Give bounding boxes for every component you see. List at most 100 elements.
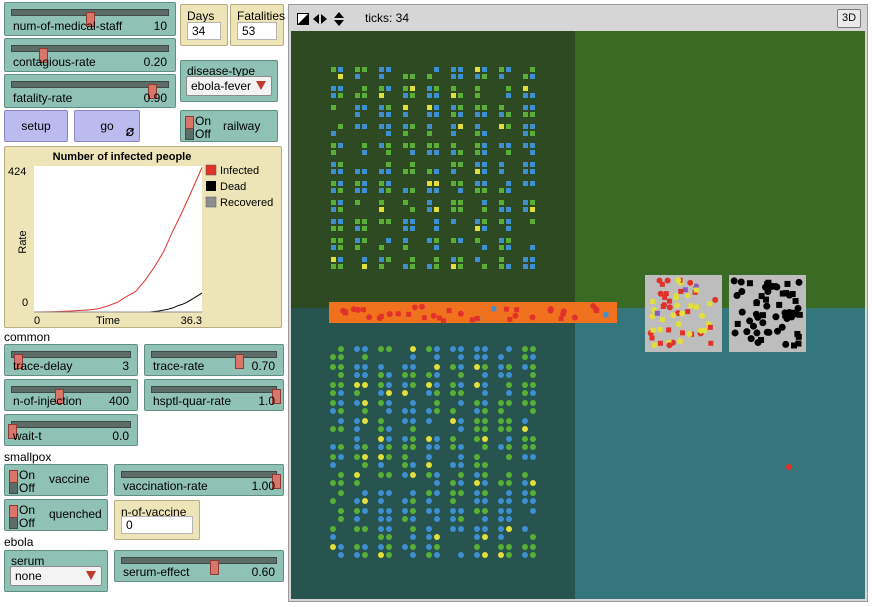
vaccine-switch[interactable]: On Off vaccine [4,464,108,496]
agent [482,143,487,148]
agent [354,418,360,424]
slider-label: wait-t [13,429,42,443]
agent [410,346,416,352]
agent [427,207,432,212]
agent [475,257,480,262]
agent [395,311,401,317]
hsptl-quar-rate-slider[interactable]: hsptl-quar-rate 1.0 [144,379,284,411]
legend-label-dead: Dead [220,181,246,193]
agent [506,454,512,460]
agent [778,323,786,331]
agent [753,298,761,306]
switch-off-label: Off [19,481,35,495]
slider-thumb[interactable] [210,560,220,575]
agent [338,200,343,205]
disease-type-chooser[interactable]: disease-type ebola-fever [180,60,278,102]
agent [362,444,368,450]
agent [451,124,456,129]
agent [360,307,366,313]
agent [330,390,336,396]
railway-switch[interactable]: On Off railway [180,110,278,142]
agent [379,169,384,174]
agent [795,340,802,347]
agent [482,131,487,136]
legend-label-recovered: Recovered [220,197,273,209]
agent [386,390,392,396]
agent [355,245,360,250]
agent [338,408,344,414]
quenched-switch[interactable]: On Off quenched [4,499,108,531]
agent [650,298,656,304]
num-of-medical-staff-slider[interactable]: num-of-medical-staff 10 [4,2,176,36]
agent [434,354,440,360]
agent [362,238,367,243]
slider-value: 3 [122,359,129,373]
agent [427,238,432,243]
agent [362,264,367,269]
legend: Infected Dead Recovered [205,164,273,209]
agent [427,264,432,269]
contagious-rate-slider[interactable]: contagious-rate 0.20 [4,38,176,72]
fatality-rate-slider[interactable]: fatality-rate 0.90 [4,74,176,108]
agent [410,444,416,450]
agent [354,472,360,478]
agent [426,372,432,378]
agent [482,508,488,514]
agent [362,408,368,414]
slider-thumb[interactable] [234,354,244,369]
vertical-arrows-icon[interactable] [333,12,345,26]
agent [386,382,392,388]
ticks-counter: ticks: 34 [365,11,410,25]
agent [522,490,528,496]
agent [427,181,432,186]
go-button[interactable]: go [74,110,140,142]
agent [522,346,528,352]
wait-t-slider[interactable]: wait-t 0.0 [4,414,138,446]
agent [499,169,504,174]
agent [451,257,456,262]
agent [522,444,528,450]
agent [458,444,464,450]
agent [666,298,672,304]
agent [331,181,336,186]
trace-delay-slider[interactable]: trace-delay 3 [4,344,138,376]
agent [474,526,480,532]
agent [330,382,336,388]
agent [670,312,677,319]
agent [746,317,754,325]
n-of-injection-slider[interactable]: n-of-injection 400 [4,379,138,411]
plot-title: Number of infected people [53,151,192,163]
agent [331,131,336,136]
agent [402,408,408,414]
agent [482,364,488,370]
agent [386,311,393,318]
agent [338,86,343,91]
agent [402,498,408,504]
agent [378,444,384,450]
agent [530,67,535,72]
vaccination-rate-slider[interactable]: vaccination-rate 1.00 [114,464,284,496]
trace-rate-slider[interactable]: trace-rate 0.70 [144,344,284,376]
setup-button[interactable]: setup [4,110,68,142]
agent [451,86,456,91]
agent [458,188,463,193]
serum-chooser[interactable]: serum none [4,550,108,592]
agent [410,150,415,155]
chooser-select[interactable]: ebola-fever [186,76,272,96]
chooser-select[interactable]: none [10,566,102,586]
agent [434,472,440,478]
agent [458,93,463,98]
agent [427,105,432,110]
agent [378,508,384,514]
monitor-label: Fatalities [237,9,286,23]
agent [338,472,344,478]
agent [379,219,384,224]
agent [450,526,456,532]
3d-button[interactable]: 3D [837,9,861,28]
agent [482,74,487,79]
agent [362,346,368,352]
agent [451,207,456,212]
agent [523,207,528,212]
horizontal-arrows-icon[interactable] [313,13,327,25]
serum-effect-slider[interactable]: serum-effect 0.60 [114,550,284,582]
